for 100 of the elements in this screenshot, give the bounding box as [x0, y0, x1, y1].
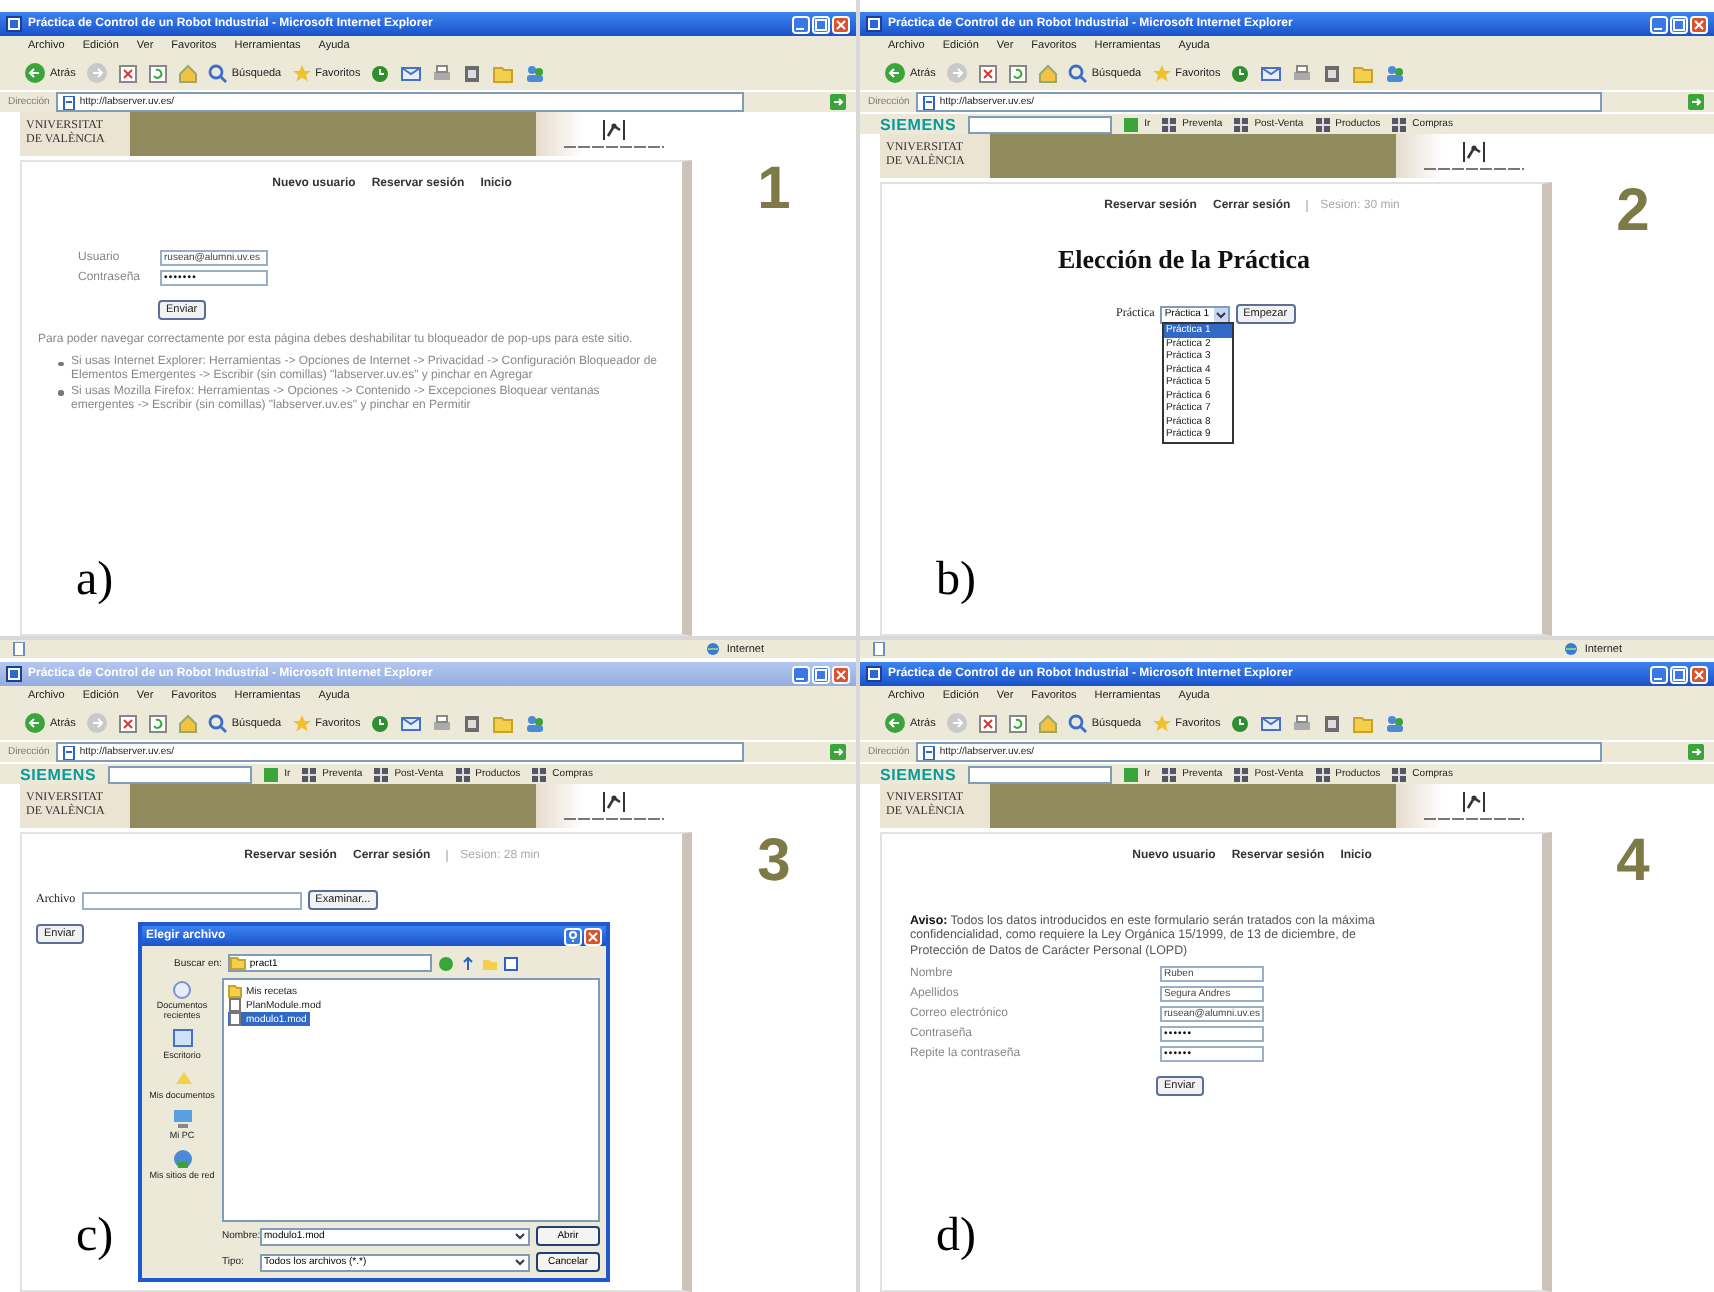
help-icon[interactable]: [564, 927, 582, 945]
grid-icon: [1392, 117, 1409, 131]
page-heading: Elección de la Práctica: [1058, 244, 1312, 276]
logo-underline-icon: [564, 144, 664, 150]
mail-icon[interactable]: [1260, 713, 1283, 733]
refresh-icon[interactable]: [1007, 63, 1028, 83]
step-number: 1: [757, 156, 791, 226]
grid-icon: [455, 767, 472, 781]
search-field[interactable]: [108, 765, 253, 783]
computer-icon: [171, 1108, 193, 1130]
maximize-icon[interactable]: [1670, 665, 1688, 683]
logo-underline-icon: [564, 816, 664, 822]
brand-logo: SIEMENS: [20, 765, 97, 783]
people-icon[interactable]: [524, 713, 547, 733]
go-arrow-icon[interactable]: [1688, 744, 1706, 760]
up-folder-icon[interactable]: [459, 955, 476, 971]
logo-underline-icon: [1424, 166, 1524, 172]
people-icon[interactable]: [1384, 713, 1407, 733]
stop-icon[interactable]: [117, 713, 138, 733]
brand-logo: SIEMENS: [880, 765, 957, 783]
caret-icon: [514, 1256, 526, 1268]
desktop-icon: [171, 1028, 193, 1050]
search-icon: [1067, 713, 1088, 733]
document-icon[interactable]: [1322, 63, 1343, 83]
go-arrow-icon[interactable]: [830, 94, 848, 110]
maximize-icon[interactable]: [812, 15, 830, 33]
search-field[interactable]: [968, 765, 1113, 783]
caret-icon: [1213, 307, 1228, 321]
step-number: 3: [757, 828, 791, 898]
file-field[interactable]: [81, 891, 302, 909]
search-icon: [207, 713, 228, 733]
grid-icon: [532, 767, 549, 781]
grid-icon: [1234, 767, 1251, 781]
document-icon[interactable]: [462, 63, 483, 83]
robot-arm-logo-icon: [600, 790, 628, 814]
step-number: 2: [1616, 178, 1650, 248]
logo-underline-icon: [1424, 816, 1524, 822]
stop-icon[interactable]: [977, 713, 998, 733]
document-icon[interactable]: [462, 713, 483, 733]
home-icon[interactable]: [177, 713, 198, 733]
refresh-icon[interactable]: [147, 713, 168, 733]
robot-arm-logo-icon: [600, 118, 628, 142]
maximize-icon[interactable]: [1670, 15, 1688, 33]
people-icon[interactable]: [524, 63, 547, 83]
minimize-icon[interactable]: [792, 15, 810, 33]
history-icon[interactable]: [1230, 713, 1251, 733]
bullet-icon: [58, 390, 63, 396]
mail-icon[interactable]: [1260, 63, 1283, 83]
document-icon[interactable]: [1322, 713, 1343, 733]
home-icon[interactable]: [1037, 713, 1058, 733]
window-icon: [6, 16, 22, 32]
printer-icon[interactable]: [1292, 713, 1313, 733]
people-icon[interactable]: [1384, 63, 1407, 83]
grid-icon: [1315, 767, 1332, 781]
home-icon[interactable]: [177, 63, 198, 83]
window-icon: [866, 666, 882, 682]
grid-icon: [1162, 117, 1179, 131]
minimize-icon[interactable]: [1650, 665, 1668, 683]
star-icon: [1151, 713, 1172, 733]
mail-icon[interactable]: [400, 713, 423, 733]
grid-icon: [374, 767, 391, 781]
window-icon: [6, 666, 22, 682]
go-arrow-icon[interactable]: [830, 744, 848, 760]
history-icon[interactable]: [370, 63, 391, 83]
close-icon[interactable]: [584, 927, 602, 945]
grid-icon: [1392, 767, 1409, 781]
robot-arm-logo-icon: [1460, 140, 1488, 164]
star-icon: [291, 63, 312, 83]
search-field[interactable]: [968, 115, 1113, 133]
search-icon: [207, 63, 228, 83]
globe-icon: [1564, 642, 1579, 656]
stop-icon[interactable]: [977, 63, 998, 83]
home-icon[interactable]: [1037, 63, 1058, 83]
stop-icon[interactable]: [117, 63, 138, 83]
grid-icon: [302, 767, 319, 781]
go-arrow-icon[interactable]: [1688, 94, 1706, 110]
printer-icon[interactable]: [1292, 63, 1313, 83]
printer-icon[interactable]: [432, 713, 453, 733]
view-menu-icon[interactable]: [503, 955, 522, 971]
refresh-icon[interactable]: [147, 63, 168, 83]
history-icon[interactable]: [1230, 63, 1251, 83]
mail-icon[interactable]: [400, 63, 423, 83]
grid-icon: [1315, 117, 1332, 131]
star-icon: [1151, 63, 1172, 83]
caret-icon: [514, 1230, 526, 1242]
page-icon: [61, 95, 76, 109]
minimize-icon[interactable]: [1650, 15, 1668, 33]
close-icon[interactable]: [1690, 15, 1708, 33]
history-icon[interactable]: [370, 713, 391, 733]
refresh-icon[interactable]: [1007, 713, 1028, 733]
close-icon[interactable]: [832, 15, 850, 33]
star-icon: [291, 713, 312, 733]
bullet-icon: [58, 361, 63, 367]
globe-icon: [706, 642, 721, 656]
printer-icon[interactable]: [432, 63, 453, 83]
close-icon[interactable]: [1690, 665, 1708, 683]
robot-arm-logo-icon: [1460, 790, 1488, 814]
brand-logo: SIEMENS: [880, 115, 957, 133]
window-icon: [866, 16, 882, 32]
network-icon: [171, 1148, 193, 1170]
